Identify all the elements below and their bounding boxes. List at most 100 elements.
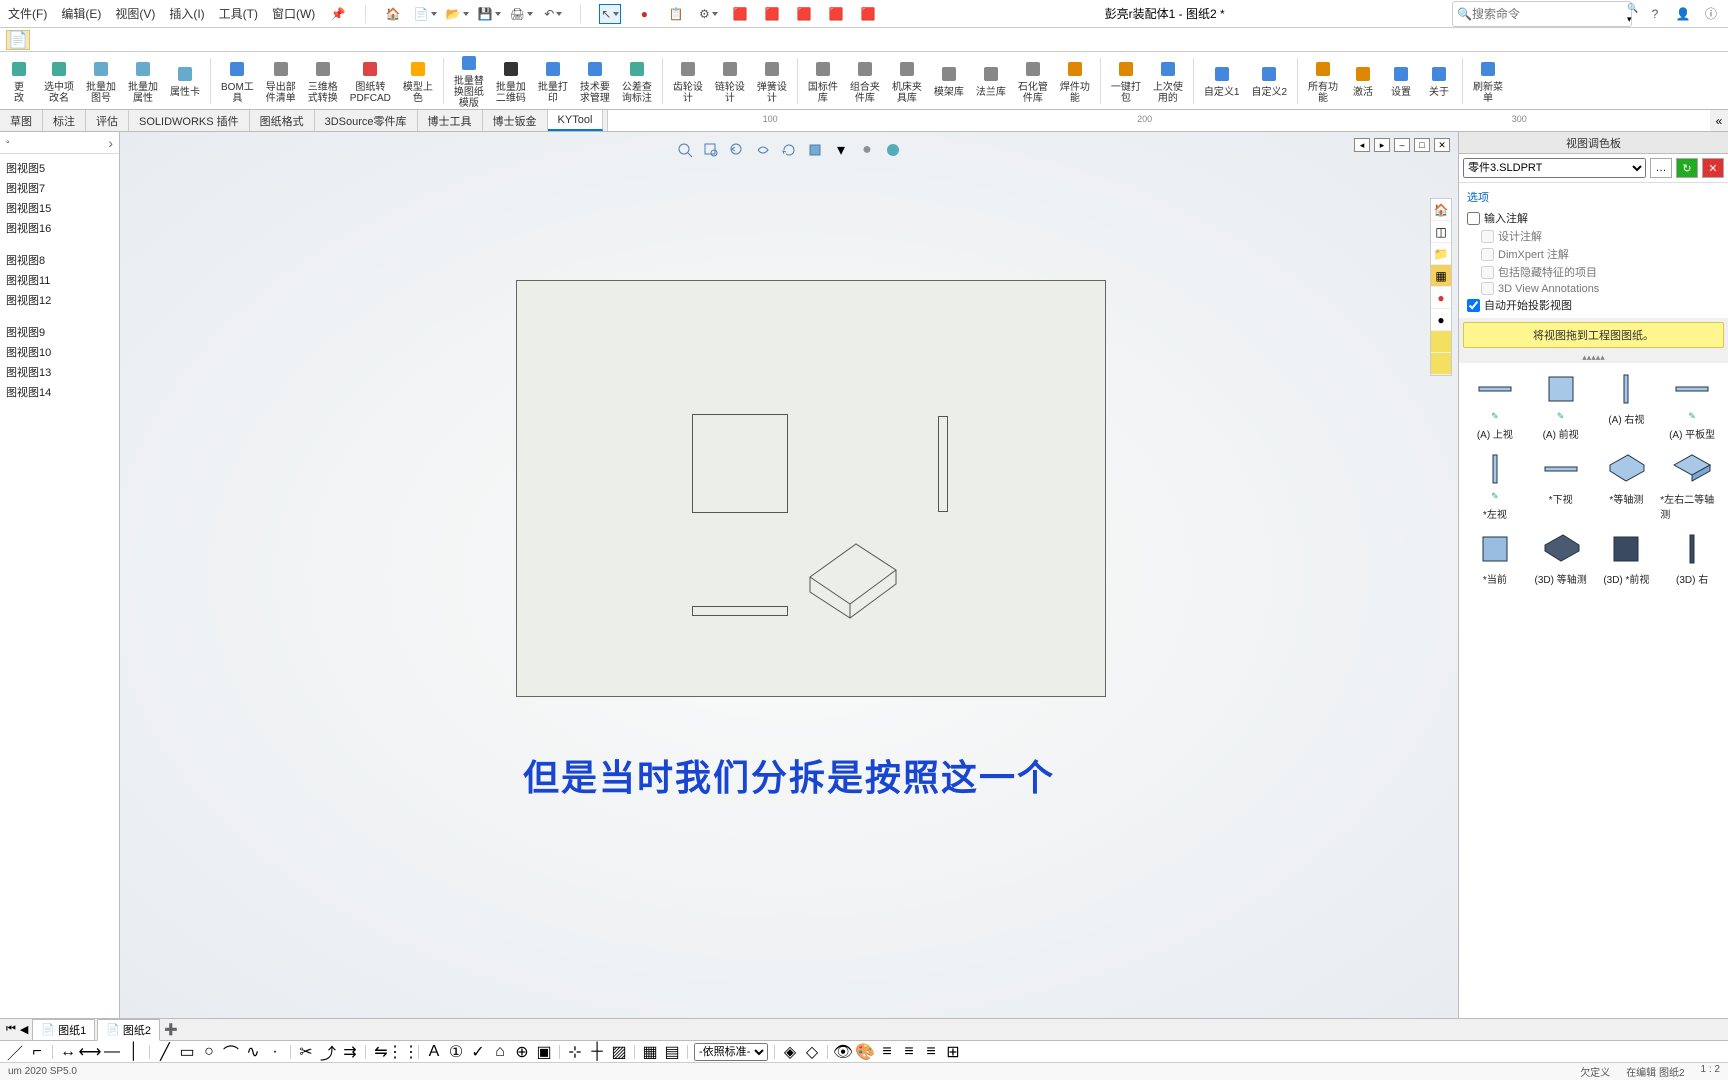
- offset-icon[interactable]: ⇉: [341, 1043, 359, 1061]
- table1-icon[interactable]: ▦: [641, 1043, 659, 1061]
- view-thumb[interactable]: (3D) 等轴测: [1529, 531, 1593, 586]
- tab-博士钣金[interactable]: 博士钣金: [483, 110, 548, 131]
- orient-folder-icon[interactable]: 📁: [1431, 243, 1451, 265]
- align-left-icon[interactable]: ≡: [878, 1043, 896, 1061]
- opt-design-annotations[interactable]: 设计注解: [1467, 227, 1720, 245]
- ribbon-addprop[interactable]: 批量加 属性: [122, 56, 164, 106]
- display-style-icon[interactable]: [805, 140, 825, 160]
- point-tool-icon[interactable]: ·: [266, 1043, 284, 1061]
- search-dropdown-icon[interactable]: 🔍▾: [1627, 3, 1638, 25]
- orient-yellow2-icon[interactable]: [1431, 353, 1451, 375]
- appearance-icon[interactable]: ●: [857, 140, 877, 160]
- part-right-view[interactable]: [938, 416, 948, 512]
- scene-icon[interactable]: [883, 140, 903, 160]
- about-icon[interactable]: ⓘ: [1702, 5, 1720, 23]
- orient-home-icon[interactable]: 🏠: [1431, 199, 1451, 221]
- tree-item[interactable]: 图视图12: [0, 290, 119, 310]
- align-center-icon[interactable]: ≡: [900, 1043, 918, 1061]
- menu-window[interactable]: 窗口(W): [272, 5, 315, 22]
- menu-view[interactable]: 视图(V): [115, 5, 155, 22]
- part-top-view[interactable]: [692, 606, 788, 616]
- print-icon[interactable]: 🖨: [512, 5, 530, 23]
- red2-icon[interactable]: 🟥: [763, 5, 781, 23]
- quick-tool-icon[interactable]: 📄: [6, 30, 30, 50]
- orient-yellow-icon[interactable]: [1431, 331, 1451, 353]
- tree-item[interactable]: 图视图11: [0, 270, 119, 290]
- tree-item[interactable]: 图视图13: [0, 362, 119, 382]
- ribbon-sprocket[interactable]: 链轮设 计: [709, 56, 751, 106]
- ribbon-color[interactable]: 模型上 色: [397, 56, 439, 106]
- rebuild-icon[interactable]: 📋: [667, 5, 685, 23]
- tab-SOLIDWORKS 插件[interactable]: SOLIDWORKS 插件: [129, 110, 250, 131]
- viewport-min-icon[interactable]: ‒: [1394, 138, 1410, 152]
- ribbon-flange[interactable]: 法兰库: [970, 61, 1012, 100]
- centerline-icon[interactable]: ┼: [588, 1043, 606, 1061]
- orient-multi-icon[interactable]: ▦: [1431, 265, 1451, 287]
- tab-图纸格式[interactable]: 图纸格式: [250, 110, 315, 131]
- ribbon-pack[interactable]: 一键打 包: [1105, 56, 1147, 106]
- browse-button[interactable]: …: [1650, 158, 1672, 178]
- sketch-corner-icon[interactable]: ⌐: [28, 1043, 46, 1061]
- cursor-icon[interactable]: ↖: [599, 4, 621, 24]
- tree-item[interactable]: 图视图8: [0, 250, 119, 270]
- search-box[interactable]: 🔍 🔍▾: [1452, 1, 1632, 27]
- ribbon-print[interactable]: 批量打 印: [532, 56, 574, 106]
- centermark-icon[interactable]: ⊹: [566, 1043, 584, 1061]
- ribbon-convert[interactable]: 三维格 式转换: [302, 56, 344, 106]
- tab-评估[interactable]: 评估: [86, 110, 129, 131]
- sheet-tab[interactable]: 📄图纸1: [32, 1019, 95, 1041]
- ribbon-all[interactable]: 所有功 能: [1302, 56, 1344, 106]
- show-hide-icon[interactable]: 👁: [834, 1043, 852, 1061]
- section-icon[interactable]: [753, 140, 773, 160]
- view-thumb[interactable]: (3D) 右: [1660, 531, 1724, 586]
- menu-insert[interactable]: 插入(I): [169, 5, 204, 22]
- tab-博士工具[interactable]: 博士工具: [418, 110, 483, 131]
- extend-icon[interactable]: ⤴: [319, 1043, 337, 1061]
- ribbon-refresh[interactable]: 刷新菜 单: [1467, 56, 1509, 106]
- save-icon[interactable]: 💾: [480, 5, 498, 23]
- tree-item[interactable]: 图视图5: [0, 158, 119, 178]
- menu-file[interactable]: 文件(F): [8, 5, 47, 22]
- new-icon[interactable]: 📄: [416, 5, 434, 23]
- ribbon-pipe[interactable]: 石化管 件库: [1012, 56, 1054, 106]
- table2-icon[interactable]: ▤: [663, 1043, 681, 1061]
- trim-icon[interactable]: ✂: [297, 1043, 315, 1061]
- layer1-icon[interactable]: ◈: [781, 1043, 799, 1061]
- ribbon-edit[interactable]: 更 改: [0, 56, 38, 106]
- tree-item[interactable]: 图视图16: [0, 218, 119, 238]
- opt-3d-annotations[interactable]: 3D View Annotations: [1467, 281, 1720, 296]
- gtol-icon[interactable]: ⊕: [513, 1043, 531, 1061]
- ribbon-export[interactable]: 导出部 件清单: [260, 56, 302, 106]
- sheets-nav-prev-icon[interactable]: ◀: [20, 1023, 28, 1036]
- hatch-icon[interactable]: ▨: [610, 1043, 628, 1061]
- undo-icon[interactable]: ↶: [544, 5, 562, 23]
- red5-icon[interactable]: 🟥: [859, 5, 877, 23]
- ribbon-tech[interactable]: 技术要 求管理: [574, 56, 616, 106]
- view-thumb[interactable]: ✎(A) 前视: [1529, 371, 1593, 441]
- red1-icon[interactable]: 🟥: [731, 5, 749, 23]
- ribbon-weld[interactable]: 焊件功 能: [1054, 56, 1096, 106]
- tree-item[interactable]: 图视图15: [0, 198, 119, 218]
- ribbon-spring[interactable]: 弹簧设 计: [751, 56, 793, 106]
- tab-3DSource零件库[interactable]: 3DSource零件库: [315, 110, 418, 131]
- rotate-icon[interactable]: [779, 140, 799, 160]
- tree-expand-icon[interactable]: ›: [108, 135, 113, 151]
- tree-item[interactable]: 图视图9: [0, 322, 119, 342]
- circle-tool-icon[interactable]: ○: [200, 1043, 218, 1061]
- hide-show-icon[interactable]: ▾: [831, 140, 851, 160]
- part-front-view[interactable]: [692, 414, 788, 513]
- red4-icon[interactable]: 🟥: [827, 5, 845, 23]
- spline-tool-icon[interactable]: ∿: [244, 1043, 262, 1061]
- ribbon-u1[interactable]: 自定义1: [1198, 61, 1246, 100]
- tree-dropdown-icon[interactable]: ◦: [6, 137, 10, 148]
- prev-view-icon[interactable]: [727, 140, 747, 160]
- user-icon[interactable]: 👤: [1674, 5, 1692, 23]
- tree-item[interactable]: 图视图10: [0, 342, 119, 362]
- bulb-icon[interactable]: ●: [635, 5, 653, 23]
- collapse-right-icon[interactable]: «: [1710, 114, 1728, 128]
- tab-草图[interactable]: 草图: [0, 110, 43, 131]
- sheets-nav-start-icon[interactable]: ⏮: [6, 1023, 16, 1036]
- note-icon[interactable]: A: [425, 1043, 443, 1061]
- viewport-max-icon[interactable]: □: [1414, 138, 1430, 152]
- ribbon-u2[interactable]: 自定义2: [1245, 61, 1293, 100]
